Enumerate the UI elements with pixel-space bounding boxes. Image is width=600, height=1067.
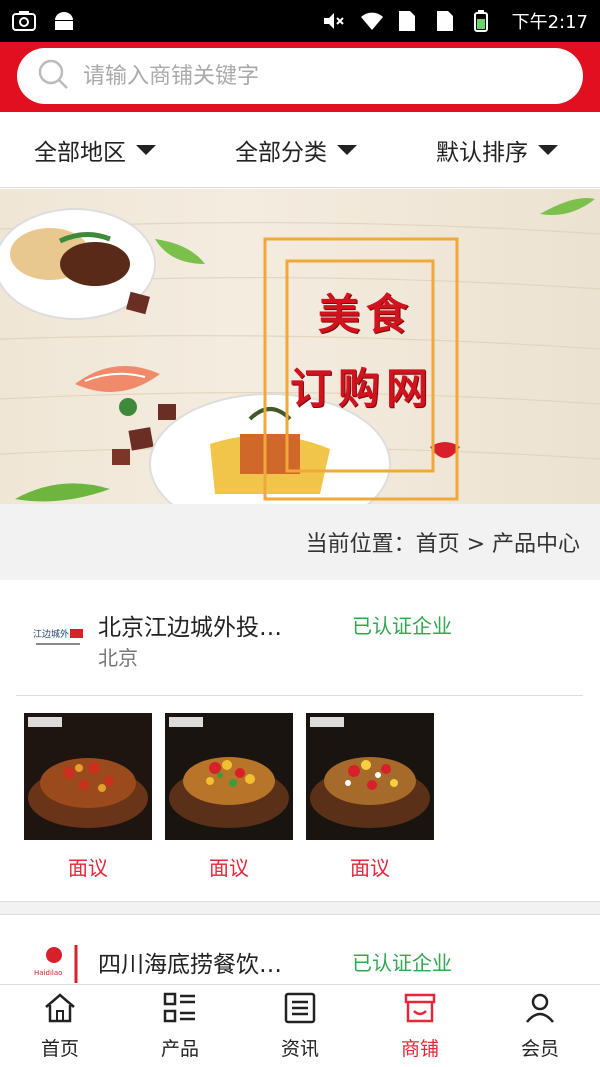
company-logo: 江边城外 [30,610,86,666]
product-item[interactable]: 面议 [306,713,434,881]
android-icon [52,10,76,32]
screenshot-icon [12,10,36,32]
search-header [0,42,600,112]
search-icon [37,58,69,94]
filter-region[interactable]: 全部地区 [0,133,209,167]
sim2-icon [436,10,460,32]
nav-products[interactable]: 产品 [120,985,240,1067]
company-city: 北京 [98,646,138,670]
search-box[interactable] [17,48,583,104]
status-bar: 下午2:17 [0,0,600,42]
nav-news[interactable]: 资讯 [240,985,360,1067]
list-icon [163,992,197,1028]
home-icon [43,992,77,1028]
dropdown-arrow-icon [136,144,156,155]
sim1-icon [398,10,422,32]
nav-shops[interactable]: 商铺 [360,985,480,1067]
banner-artwork [0,198,600,504]
filter-category[interactable]: 全部分类 [209,133,384,167]
nav-home-label: 首页 [40,1037,79,1060]
nav-member[interactable]: 会员 [480,985,600,1067]
nav-shops-label: 商铺 [400,1037,439,1060]
search-input[interactable] [83,63,523,89]
breadcrumb: 当前位置：首页 > 产品中心 [0,504,600,580]
product-image[interactable] [306,713,434,840]
nav-products-label: 产品 [160,1037,199,1060]
product-price: 面议 [68,856,108,880]
nav-member-label: 会员 [520,1037,559,1060]
divider [16,695,583,696]
bottom-nav: 首页 产品 资讯 商铺 会员 [0,984,600,1067]
product-price: 面议 [350,856,390,880]
news-icon [283,992,317,1028]
filter-sort-label: 默认排序 [436,139,529,166]
wifi-icon [360,10,384,32]
company-card[interactable]: Haidilao 四川海底捞餐饮… 已认证企业 [0,914,600,985]
filter-category-label: 全部分类 [235,139,327,166]
certified-badge: 已认证企业 [352,951,452,975]
battery-icon [473,10,498,32]
user-icon [523,992,557,1028]
banner-title-line1: 美食 [318,290,415,339]
product-item[interactable]: 面议 [165,713,293,881]
filter-bar: 全部地区 全部分类 默认排序 [0,112,600,188]
product-item[interactable]: 面议 [24,713,152,881]
banner-title-line2: 订购网 [290,364,435,413]
dropdown-arrow-icon [538,144,559,155]
company-name[interactable]: 北京江边城外投… [98,608,282,642]
promo-banner[interactable]: 美食 订购网 [0,189,600,504]
company-name[interactable]: 四川海底捞餐饮… [98,945,282,979]
clock: 下午2:17 [511,12,588,33]
breadcrumb-text: 当前位置：首页 > 产品中心 [305,532,580,557]
logo-text: Haidilao [34,969,62,977]
shop-icon [403,992,437,1028]
nav-home[interactable]: 首页 [0,985,120,1067]
product-image[interactable] [24,713,152,840]
certified-badge: 已认证企业 [352,614,452,638]
mute-icon [322,10,346,32]
section-gap [0,902,600,914]
logo-text: 江边城外 [33,628,69,640]
filter-sort[interactable]: 默认排序 [383,133,600,167]
dropdown-arrow-icon [337,144,357,155]
company-logo: Haidilao [30,939,86,985]
product-image[interactable] [165,713,293,840]
product-price: 面议 [209,856,249,880]
nav-news-label: 资讯 [280,1037,319,1060]
filter-region-label: 全部地区 [34,139,126,166]
company-card[interactable]: 江边城外 北京江边城外投… 北京 已认证企业 面议 面议 面议 [0,580,600,902]
